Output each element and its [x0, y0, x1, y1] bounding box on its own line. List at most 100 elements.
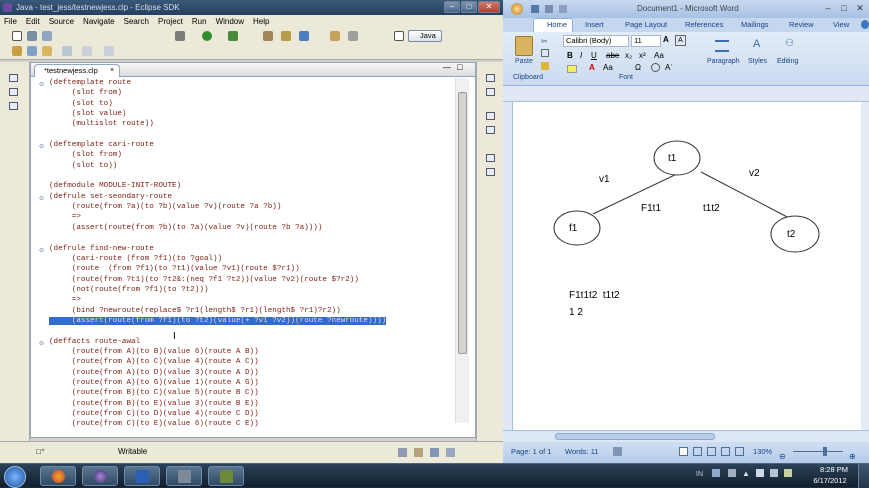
code-line[interactable] — [31, 130, 455, 140]
code-line[interactable]: (route(from ?t1)(to ?t2&:(neq ?f1 ?t2))(… — [31, 275, 455, 285]
code-line[interactable]: => — [31, 295, 455, 305]
full-screen-view-icon[interactable] — [693, 447, 702, 456]
tray-icon-2[interactable] — [728, 469, 736, 477]
taskbar-app-4[interactable] — [166, 466, 202, 486]
zoom-level[interactable]: 130% — [753, 442, 772, 461]
symbol-icon[interactable]: Ω — [635, 63, 641, 72]
menu-window[interactable]: Window — [216, 15, 244, 28]
editor-scroll-thumb[interactable] — [458, 92, 467, 354]
task-list-icon[interactable] — [486, 88, 495, 96]
menu-navigate[interactable]: Navigate — [83, 15, 115, 28]
redo-icon[interactable] — [559, 5, 567, 13]
code-line[interactable]: (assert(route(from ?b)(to ?a)(value ?v)(… — [31, 223, 455, 233]
cut-icon[interactable]: ✂ — [541, 37, 548, 46]
volume-icon[interactable] — [756, 469, 764, 477]
taskbar-word[interactable] — [124, 466, 160, 486]
styles-group-label[interactable]: Styles — [748, 58, 767, 65]
navigator-icon[interactable] — [9, 102, 18, 110]
code-line[interactable]: (slot to)) — [31, 161, 455, 171]
zoom-out-icon[interactable]: ⊖ — [779, 447, 786, 463]
vertical-ruler[interactable] — [503, 102, 513, 430]
menu-source[interactable]: Source — [49, 15, 74, 28]
package-explorer-icon[interactable] — [9, 74, 18, 82]
code-editor[interactable]: ⊖ (deftemplate route (slot from) (slot to… — [31, 78, 455, 436]
tab-review[interactable]: Review — [789, 18, 814, 32]
underline-button[interactable]: U — [591, 51, 597, 60]
tab-insert[interactable]: Insert — [585, 18, 604, 32]
java-perspective-button[interactable]: Java — [408, 30, 442, 42]
zoom-slider-thumb[interactable] — [823, 447, 827, 456]
open-type-icon[interactable] — [12, 46, 22, 56]
grow-font-icon[interactable]: A — [663, 35, 669, 44]
code-line[interactable]: ⊖ (defrule set-seondary-route — [31, 192, 455, 202]
battery-icon[interactable] — [784, 469, 792, 477]
code-line[interactable]: (route(from A)(to C)(value 4)(route A C)… — [31, 357, 455, 367]
subscript-button[interactable]: x₂ — [625, 51, 632, 60]
word-minimize-button[interactable]: – — [821, 3, 835, 15]
styles-icon[interactable]: A — [753, 38, 760, 50]
maximize-button[interactable]: □ — [461, 1, 477, 13]
menu-file[interactable]: File — [4, 15, 17, 28]
enclose-char-icon[interactable] — [651, 63, 660, 72]
taskbar-firefox[interactable] — [40, 466, 76, 486]
change-case-button[interactable]: Aa — [654, 51, 664, 60]
paste-label[interactable]: Paste — [515, 58, 533, 65]
code-line[interactable] — [31, 326, 455, 336]
code-line[interactable]: (route(from A)(to D)(value 3)(route A D)… — [31, 368, 455, 378]
code-line[interactable]: ⊖ (deftemplate route — [31, 78, 455, 88]
hierarchy-icon[interactable] — [9, 88, 18, 96]
word-maximize-button[interactable]: □ — [837, 3, 851, 15]
menu-help[interactable]: Help — [253, 15, 269, 28]
last-edit-icon[interactable] — [42, 46, 52, 56]
help-icon[interactable] — [861, 20, 869, 29]
word-close-button[interactable]: ✕ — [853, 3, 867, 15]
minimize-view-icon[interactable]: — — [443, 63, 451, 72]
code-line[interactable] — [31, 171, 455, 181]
strikethrough-button[interactable]: abe — [606, 51, 619, 60]
paste-icon[interactable] — [515, 36, 533, 56]
back-icon[interactable] — [62, 46, 72, 56]
open-perspective-icon[interactable] — [394, 31, 404, 41]
tab-mailings[interactable]: Mailings — [741, 18, 769, 32]
code-line[interactable]: (route(from A)(to B)(value 6)(route A B)… — [31, 347, 455, 357]
taskbar-eclipse[interactable] — [82, 466, 118, 486]
code-line[interactable] — [31, 233, 455, 243]
tab-view[interactable]: View — [833, 18, 849, 32]
start-button[interactable] — [4, 466, 26, 488]
status-icon-1[interactable] — [398, 448, 407, 457]
zoom-slider[interactable] — [793, 451, 843, 452]
next-annotation-icon[interactable] — [27, 46, 37, 56]
code-line[interactable]: (route(from B)(to C)(value 5)(route B C)… — [31, 388, 455, 398]
code-line[interactable]: (slot from) — [31, 88, 455, 98]
font-color-icon[interactable]: A — [589, 63, 595, 72]
close-button[interactable]: ✕ — [478, 1, 500, 13]
office-button-icon[interactable] — [511, 3, 523, 15]
code-line[interactable]: (slot to) — [31, 99, 455, 109]
page-count[interactable]: Page: 1 of 1 — [511, 442, 551, 461]
tab-close-icon[interactable]: × — [110, 65, 114, 77]
menu-project[interactable]: Project — [158, 15, 183, 28]
status-icon-3[interactable] — [430, 448, 439, 457]
code-line[interactable]: (route(from B)(to E)(value 3)(route B E)… — [31, 399, 455, 409]
tab-page-layout[interactable]: Page Layout — [625, 18, 667, 32]
code-line[interactable]: (cari-route (from ?f1)(to ?goal)) — [31, 254, 455, 264]
search-icon[interactable] — [348, 31, 358, 41]
code-line[interactable]: ⊖ (deffacts route-awal — [31, 337, 455, 347]
code-line[interactable]: => — [31, 212, 455, 222]
code-line[interactable]: (route(from ?a)(to ?b)(value ?v)(route ?… — [31, 202, 455, 212]
new-java-project-icon[interactable] — [263, 31, 273, 41]
web-layout-view-icon[interactable] — [707, 447, 716, 456]
debug-icon[interactable] — [175, 31, 185, 41]
menu-edit[interactable]: Edit — [26, 15, 40, 28]
code-line[interactable]: (route(from C)(to D)(value 4)(route C D)… — [31, 409, 455, 419]
word-vertical-scrollbar[interactable] — [861, 102, 869, 430]
external-tools-icon[interactable] — [228, 31, 238, 41]
print-layout-view-icon[interactable] — [679, 447, 688, 456]
tab-home[interactable]: Home — [547, 18, 567, 32]
minimize-button[interactable]: – — [444, 1, 460, 13]
font-size-aa-icon[interactable]: Aa — [603, 63, 613, 72]
code-line[interactable]: (route (from ?f1)(to ?t1)(value ?v1)(rou… — [31, 264, 455, 274]
paragraph-icon[interactable] — [715, 40, 729, 52]
editing-group-label[interactable]: Editing — [777, 58, 798, 65]
superscript-button[interactable]: x² — [639, 51, 646, 60]
